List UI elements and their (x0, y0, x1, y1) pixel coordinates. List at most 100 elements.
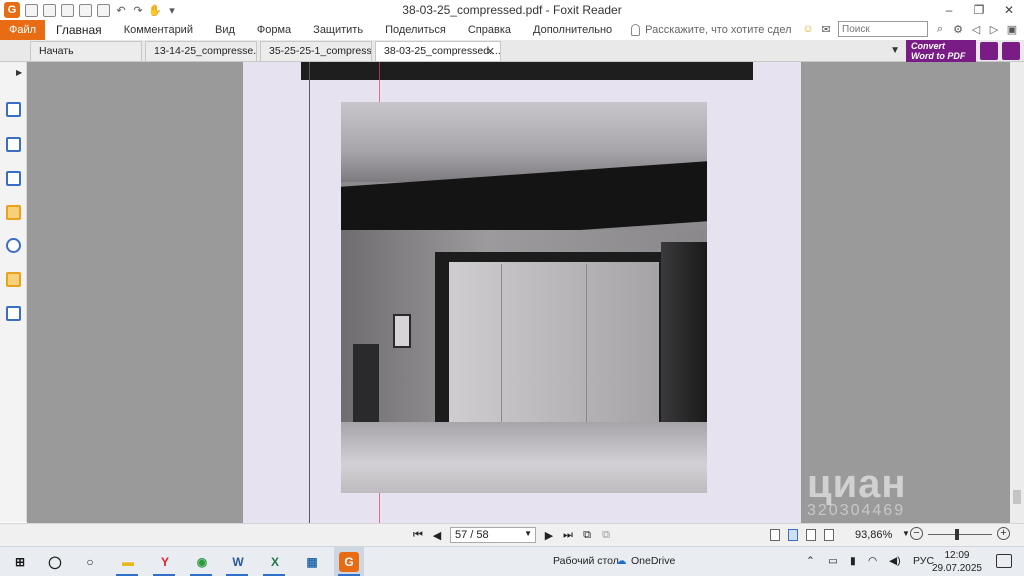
attachments-icon[interactable] (6, 238, 21, 253)
like-icon[interactable]: ☺ (802, 23, 814, 35)
search-icon[interactable]: ◯ (45, 552, 65, 572)
tab-label: 35-25-25-1_compress... (269, 45, 372, 57)
zoom-in-button[interactable]: + (997, 527, 1010, 540)
convert-line2: Word to PDF (911, 51, 966, 61)
create-pdf-icon[interactable] (97, 3, 110, 17)
menu-home[interactable]: Главная (45, 20, 113, 40)
document-viewer[interactable]: циан 320304469 (27, 62, 1024, 523)
next-view-icon[interactable]: ⧉ (600, 529, 612, 542)
battery-icon[interactable]: ▮ (850, 555, 856, 567)
menu-form[interactable]: Форма (246, 20, 302, 40)
yandex-browser-icon[interactable]: Y (155, 552, 175, 572)
system-clock[interactable]: 12:09 29.07.2025 (932, 549, 982, 575)
zoom-level[interactable]: 93,86% (855, 529, 892, 541)
last-page-icon[interactable]: ⏭ (562, 529, 574, 542)
next-page-icon[interactable]: ▶ (543, 529, 555, 542)
word-to-pdf-icon[interactable] (980, 42, 998, 60)
menu-help[interactable]: Справка (457, 20, 522, 40)
word-icon[interactable]: W (228, 552, 248, 572)
signature-icon[interactable] (6, 306, 21, 321)
tab-label: 13-14-25_compresse... (154, 45, 257, 57)
wifi-icon[interactable]: ◠ (868, 555, 877, 567)
action-center-icon[interactable] (996, 554, 1012, 568)
chrome-icon[interactable]: ◉ (192, 552, 212, 572)
tab-document[interactable]: 35-25-25-1_compress... (260, 41, 372, 61)
chevron-down-icon: ▼ (524, 529, 532, 538)
forward-icon[interactable]: ▷ (988, 23, 1000, 36)
close-button[interactable]: ✕ (994, 0, 1024, 20)
onedrive-icon[interactable]: ☁ (616, 555, 627, 567)
vertical-scrollbar[interactable] (1010, 62, 1024, 523)
menu-share[interactable]: Поделиться (374, 20, 457, 40)
file-explorer-icon[interactable]: ▬ (118, 552, 138, 572)
menu-comment[interactable]: Комментарий (113, 20, 204, 40)
status-bar: ⏮ ◀ 57 / 58 ▼ ▶ ⏭ ⧉ ⧉ 93,86% ▼ − + (0, 523, 1024, 546)
show-hidden-icons-icon[interactable]: ⌃ (806, 555, 815, 567)
tab-close-icon[interactable]: ✕ (486, 45, 495, 58)
app-logo-icon[interactable]: G (4, 2, 20, 18)
settings-icon[interactable]: ⚙ (952, 23, 964, 36)
first-page-icon[interactable]: ⏮ (412, 529, 424, 542)
foxit-reader-icon[interactable]: G (339, 552, 359, 572)
restore-button[interactable]: ❐ (964, 0, 994, 20)
customize-toolbar-icon[interactable]: ▾ (166, 4, 178, 17)
zoom-slider-thumb[interactable] (955, 529, 959, 540)
menu-protect[interactable]: Защитить (302, 20, 374, 40)
account-icon[interactable]: ▣ (1006, 23, 1018, 36)
email-icon[interactable] (79, 3, 92, 17)
facing-page-icon[interactable] (806, 529, 816, 541)
undo-icon[interactable]: ↶ (115, 4, 127, 17)
comments-icon[interactable] (6, 205, 21, 220)
tab-list-dropdown-icon[interactable]: ▼ (890, 45, 900, 56)
task-view-icon[interactable]: ○ (80, 552, 100, 572)
zoom-dropdown-icon[interactable]: ▼ (902, 529, 910, 538)
search-input[interactable] (838, 21, 928, 37)
snow-ground (341, 422, 707, 493)
continuous-page-icon[interactable] (788, 529, 798, 541)
volume-icon[interactable]: ◀) (889, 555, 901, 567)
save-icon[interactable] (43, 3, 56, 17)
desktop-toolbar-label[interactable]: Рабочий стол (553, 555, 619, 567)
input-language[interactable]: РУС (913, 555, 934, 567)
pages-icon[interactable] (6, 137, 21, 152)
search-icon[interactable]: ⌕ (934, 23, 946, 35)
page-layout-icons (770, 529, 834, 541)
excel-icon[interactable]: X (265, 552, 285, 572)
minimize-button[interactable]: – (934, 0, 964, 20)
convert-word-to-pdf-banner[interactable]: Convert Word to PDF (906, 40, 976, 62)
watermark-brand: циан (807, 462, 907, 506)
convert-line1: Convert (911, 41, 946, 51)
continuous-facing-icon[interactable] (824, 529, 834, 541)
open-icon[interactable] (25, 3, 38, 17)
file-menu[interactable]: Файл (0, 20, 45, 40)
calculator-icon[interactable]: ▦ (302, 552, 322, 572)
pdf-file-icon[interactable] (1002, 42, 1020, 60)
scrollbar-thumb[interactable] (1013, 490, 1021, 504)
previous-page-icon[interactable]: ◀ (431, 529, 443, 542)
chat-icon[interactable]: ✉ (820, 23, 832, 36)
windows-start-icon[interactable]: ⊞ (10, 552, 30, 572)
bookmark-icon[interactable] (6, 102, 21, 117)
layers-icon[interactable] (6, 171, 21, 186)
menu-extras[interactable]: Дополнительно (522, 20, 623, 40)
tab-document[interactable]: 13-14-25_compresse... (145, 41, 257, 61)
back-icon[interactable]: ◁ (970, 23, 982, 36)
tab-start[interactable]: Начать (30, 41, 142, 61)
zoom-slider[interactable] (928, 534, 992, 535)
security-icon[interactable] (6, 272, 21, 287)
network-icon[interactable]: ▭ (828, 555, 838, 567)
window-controls: – ❐ ✕ (934, 0, 1024, 20)
hand-tool-icon[interactable]: ✋ (148, 4, 162, 17)
page-number-field[interactable]: 57 / 58 ▼ (450, 527, 536, 543)
garage-door-photo (341, 102, 707, 493)
menu-view[interactable]: Вид (204, 20, 246, 40)
tab-document-active[interactable]: 38-03-25_compressed.... ✕ (375, 41, 501, 61)
single-page-icon[interactable] (770, 529, 780, 541)
tell-me-box[interactable]: Расскажите, что хотите сдел (631, 24, 792, 36)
onedrive-label[interactable]: OneDrive (631, 555, 675, 567)
print-icon[interactable] (61, 3, 74, 17)
zoom-out-button[interactable]: − (910, 527, 923, 540)
redo-icon[interactable]: ↷ (132, 4, 144, 17)
expand-panel-icon[interactable]: ▶ (16, 68, 22, 77)
previous-view-icon[interactable]: ⧉ (581, 529, 593, 542)
